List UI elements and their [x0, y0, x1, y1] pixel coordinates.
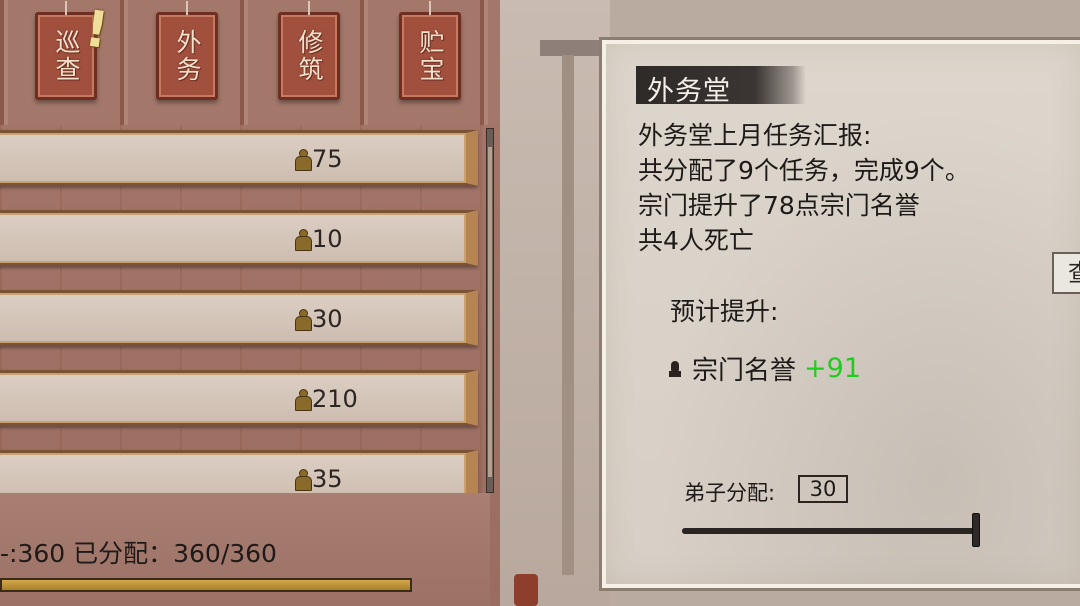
- task-assignment-panel: 巡查 ! 外务 修筑 贮宝 75 10 30 210 35 -:360 已分配：…: [0, 0, 500, 606]
- task-row[interactable]: 30: [0, 290, 478, 346]
- disciple-icon: [295, 468, 312, 491]
- building-backdrop: [500, 0, 610, 606]
- monthly-report: 外务堂上月任务汇报: 共分配了9个任务，完成9个。 宗门提升了78点宗门名誉 共…: [638, 118, 970, 258]
- reputation-gain-row: 宗门名誉 +91: [668, 350, 861, 387]
- lantern-decor: [514, 574, 538, 606]
- disciple-assign-label: 弟子分配:: [684, 481, 776, 505]
- task-count-value: 10: [312, 225, 343, 253]
- disciple-assign-slider[interactable]: [682, 528, 978, 534]
- task-disciple-count: 75: [295, 145, 343, 173]
- task-list-scrollbar[interactable]: [486, 128, 494, 493]
- reputation-icon: [668, 359, 682, 379]
- reputation-label: 宗门名誉: [692, 356, 797, 386]
- roof-decor: [540, 40, 610, 56]
- predicted-gain-label: 预计提升:: [670, 297, 779, 326]
- nav-plaque-treasury[interactable]: 贮宝: [399, 12, 461, 100]
- nav-plaque-label: 贮宝: [416, 29, 445, 83]
- view-button[interactable]: 查: [1052, 252, 1080, 294]
- report-line: 宗门提升了78点宗门名誉: [638, 191, 920, 220]
- disciple-icon: [295, 228, 312, 251]
- panel-title: 外务堂: [647, 76, 731, 107]
- nav-plaque-label: 修筑: [295, 29, 324, 83]
- assignment-summary-text: -:360 已分配：360/360: [0, 539, 277, 568]
- report-line: 外务堂上月任务汇报:: [638, 121, 872, 150]
- reputation-value: +91: [804, 353, 861, 384]
- task-count-value: 35: [312, 465, 343, 493]
- task-disciple-count: 10: [295, 225, 343, 253]
- report-line: 共分配了9个任务，完成9个。: [638, 156, 970, 185]
- nav-plaque-external-affairs[interactable]: 外务: [156, 12, 218, 100]
- task-count-value: 30: [312, 305, 343, 333]
- disciple-assign-input[interactable]: 30: [798, 475, 848, 503]
- task-disciple-count: 35: [295, 465, 343, 493]
- scrollbar-thumb[interactable]: [488, 147, 492, 477]
- task-count-value: 75: [312, 145, 343, 173]
- task-row[interactable]: 35: [0, 450, 478, 493]
- nav-plaque-construction[interactable]: 修筑: [278, 12, 340, 100]
- nav-plaque-label: 外务: [173, 29, 202, 83]
- task-row[interactable]: 10: [0, 210, 478, 266]
- slider-fill: [682, 528, 978, 534]
- task-list: 75 10 30 210 35: [0, 128, 480, 493]
- disciple-icon: [295, 308, 312, 331]
- disciple-icon: [295, 148, 312, 171]
- task-row[interactable]: 75: [0, 130, 478, 186]
- nav-plaque-label: 巡查: [52, 29, 81, 83]
- assignment-progress-fill: [2, 580, 410, 590]
- hall-info-panel: 外务堂 外务堂上月任务汇报: 共分配了9个任务，完成9个。 宗门提升了78点宗门…: [602, 40, 1080, 588]
- task-row[interactable]: 210: [0, 370, 478, 426]
- task-disciple-count: 210: [295, 385, 358, 413]
- report-line: 共4人死亡: [638, 226, 754, 255]
- slider-handle[interactable]: [972, 513, 980, 547]
- task-disciple-count: 30: [295, 305, 343, 333]
- task-count-value: 210: [312, 385, 358, 413]
- pillar-decor: [562, 55, 574, 575]
- assignment-progress-bar: [0, 578, 412, 592]
- disciple-icon: [295, 388, 312, 411]
